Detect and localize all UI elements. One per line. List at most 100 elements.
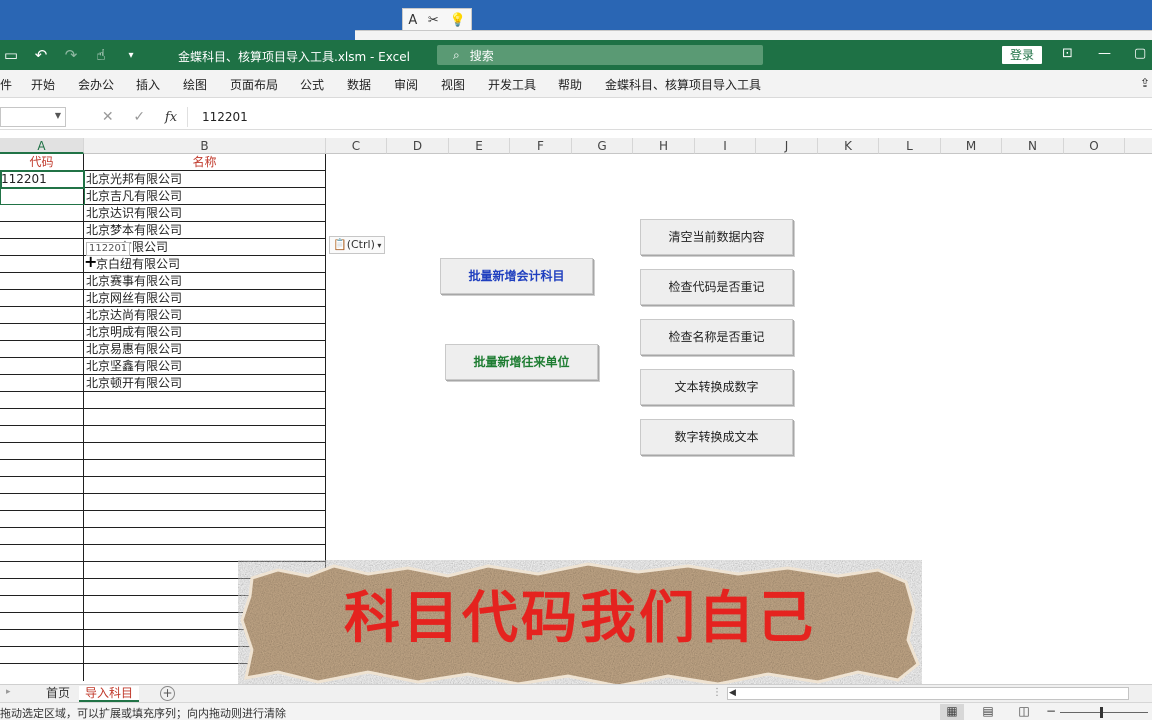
empty-cell[interactable] xyxy=(0,426,84,443)
empty-cell[interactable] xyxy=(0,545,84,562)
horizontal-scrollbar[interactable] xyxy=(727,687,1129,700)
column-header-k[interactable]: K xyxy=(818,138,879,154)
cell-code[interactable] xyxy=(0,358,84,375)
cell-code[interactable]: 112201 xyxy=(0,171,84,188)
cell-code[interactable] xyxy=(0,324,84,341)
formula-input[interactable]: 112201 xyxy=(202,110,248,124)
tab-draw[interactable]: 绘图 xyxy=(183,76,207,93)
empty-cell[interactable] xyxy=(0,664,84,681)
empty-cell[interactable] xyxy=(84,409,326,426)
enter-icon[interactable]: ✓ xyxy=(133,109,145,125)
tab-page-layout[interactable]: 页面布局 xyxy=(230,76,278,93)
cell-name[interactable]: 北京光邦有限公司 xyxy=(84,171,326,188)
column-header-m[interactable]: M xyxy=(941,138,1002,154)
cell-name[interactable]: 京白纽有限公司 xyxy=(84,256,326,273)
cell-code[interactable] xyxy=(0,290,84,307)
tab-help[interactable]: 帮助 xyxy=(558,76,582,93)
cell-name[interactable]: 北京网丝有限公司 xyxy=(84,290,326,307)
number-to-text-button[interactable]: 数字转换成文本 xyxy=(640,419,793,455)
text-to-number-button[interactable]: 文本转换成数字 xyxy=(640,369,793,405)
search-input[interactable]: ⌕ 搜索 xyxy=(437,45,763,65)
minimize-icon[interactable]: — xyxy=(1098,46,1111,61)
empty-cell[interactable] xyxy=(0,596,84,613)
undo-icon[interactable]: ↶ xyxy=(30,46,52,64)
empty-cell[interactable] xyxy=(0,647,84,664)
cell-code[interactable] xyxy=(0,188,84,205)
empty-cell[interactable] xyxy=(0,579,84,596)
clear-data-button[interactable]: 清空当前数据内容 xyxy=(640,219,793,255)
column-header-g[interactable]: G xyxy=(572,138,633,154)
restore-icon[interactable]: ▢ xyxy=(1134,46,1146,61)
cell-code[interactable] xyxy=(0,222,84,239)
ribbon-display-icon[interactable]: ⊡ xyxy=(1062,46,1073,61)
cell-code[interactable] xyxy=(0,341,84,358)
tab-kingdee-tool[interactable]: 金蝶科目、核算项目导入工具 xyxy=(605,76,761,93)
sheet-tab-home[interactable]: 首页 xyxy=(40,686,76,702)
tab-office[interactable]: 会办公 xyxy=(78,76,114,93)
empty-cell[interactable] xyxy=(0,562,84,579)
cell-name[interactable]: 北京达尚有限公司 xyxy=(84,307,326,324)
empty-cell[interactable] xyxy=(0,460,84,477)
add-partners-button[interactable]: 批量新增往来单位 xyxy=(445,344,598,380)
page-break-view-icon[interactable]: ◫ xyxy=(1012,704,1036,720)
cell-name[interactable]: 北京易惠有限公司 xyxy=(84,341,326,358)
tab-split-handle-icon[interactable]: ⋮ xyxy=(712,687,722,698)
tab-view[interactable]: 视图 xyxy=(441,76,465,93)
cell-name[interactable]: 北京吉凡有限公司 xyxy=(84,188,326,205)
column-header-l[interactable]: L xyxy=(879,138,941,154)
redo-icon[interactable]: ↷ xyxy=(60,46,82,64)
name-box[interactable]: ▼ xyxy=(0,107,66,127)
cell-name[interactable]: 北京达识有限公司 xyxy=(84,205,326,222)
empty-cell[interactable] xyxy=(84,477,326,494)
tab-data[interactable]: 数据 xyxy=(347,76,371,93)
empty-cell[interactable] xyxy=(0,392,84,409)
cell-name[interactable]: 北京明成有限公司 xyxy=(84,324,326,341)
sheet-scroll-icon[interactable]: ▸ xyxy=(6,687,11,697)
cell-name[interactable]: 北京梦本有限公司 xyxy=(84,222,326,239)
cell-code[interactable] xyxy=(0,205,84,222)
scroll-left-icon[interactable]: ◀ xyxy=(729,688,736,698)
tab-review[interactable]: 审阅 xyxy=(394,76,418,93)
column-header-e[interactable]: E xyxy=(449,138,510,154)
add-accounts-button[interactable]: 批量新增会计科目 xyxy=(440,258,593,294)
normal-view-icon[interactable]: ▦ xyxy=(940,704,964,720)
check-name-duplicate-button[interactable]: 检查名称是否重记 xyxy=(640,319,793,355)
login-button[interactable]: 登录 xyxy=(1002,46,1042,64)
column-header-c[interactable]: C xyxy=(326,138,387,154)
save-icon[interactable]: ▭ xyxy=(0,46,22,64)
cut-icon[interactable]: ✂ xyxy=(428,13,439,28)
header-name[interactable]: 名称 xyxy=(84,154,326,171)
empty-cell[interactable] xyxy=(0,511,84,528)
column-header-p[interactable] xyxy=(1125,138,1152,154)
column-header-j[interactable]: J xyxy=(756,138,818,154)
empty-cell[interactable] xyxy=(0,528,84,545)
column-header-o[interactable]: O xyxy=(1064,138,1125,154)
column-header-b[interactable]: B xyxy=(84,138,326,154)
tab-file[interactable]: 件 xyxy=(0,76,12,93)
empty-cell[interactable] xyxy=(84,460,326,477)
empty-cell[interactable] xyxy=(84,426,326,443)
empty-cell[interactable] xyxy=(84,443,326,460)
customize-qat-icon[interactable]: ▾ xyxy=(120,50,142,61)
empty-cell[interactable] xyxy=(84,392,326,409)
page-layout-view-icon[interactable]: ▤ xyxy=(976,704,1000,720)
column-header-i[interactable]: I xyxy=(695,138,756,154)
paste-options-button[interactable]: 📋(Ctrl) ▾ xyxy=(329,236,385,254)
touch-mode-icon[interactable]: ☝ xyxy=(90,46,112,64)
zoom-slider[interactable] xyxy=(1060,712,1148,713)
empty-cell[interactable] xyxy=(0,477,84,494)
column-header-f[interactable]: F xyxy=(510,138,572,154)
cell-name[interactable]: 北京赛事有限公司 xyxy=(84,273,326,290)
empty-cell[interactable] xyxy=(0,613,84,630)
cell-name[interactable]: 北京坚鑫有限公司 xyxy=(84,358,326,375)
column-header-a[interactable]: A xyxy=(0,138,84,154)
insert-function-icon[interactable]: fx xyxy=(165,110,177,125)
empty-cell[interactable] xyxy=(0,630,84,647)
empty-cell[interactable] xyxy=(0,409,84,426)
share-icon[interactable]: ⇪ xyxy=(1140,76,1150,90)
empty-cell[interactable] xyxy=(84,511,326,528)
chevron-down-icon[interactable]: ▼ xyxy=(55,111,61,120)
cell-name[interactable]: 北京顿开有限公司 xyxy=(84,375,326,392)
cell-code[interactable] xyxy=(0,375,84,392)
empty-cell[interactable] xyxy=(84,528,326,545)
